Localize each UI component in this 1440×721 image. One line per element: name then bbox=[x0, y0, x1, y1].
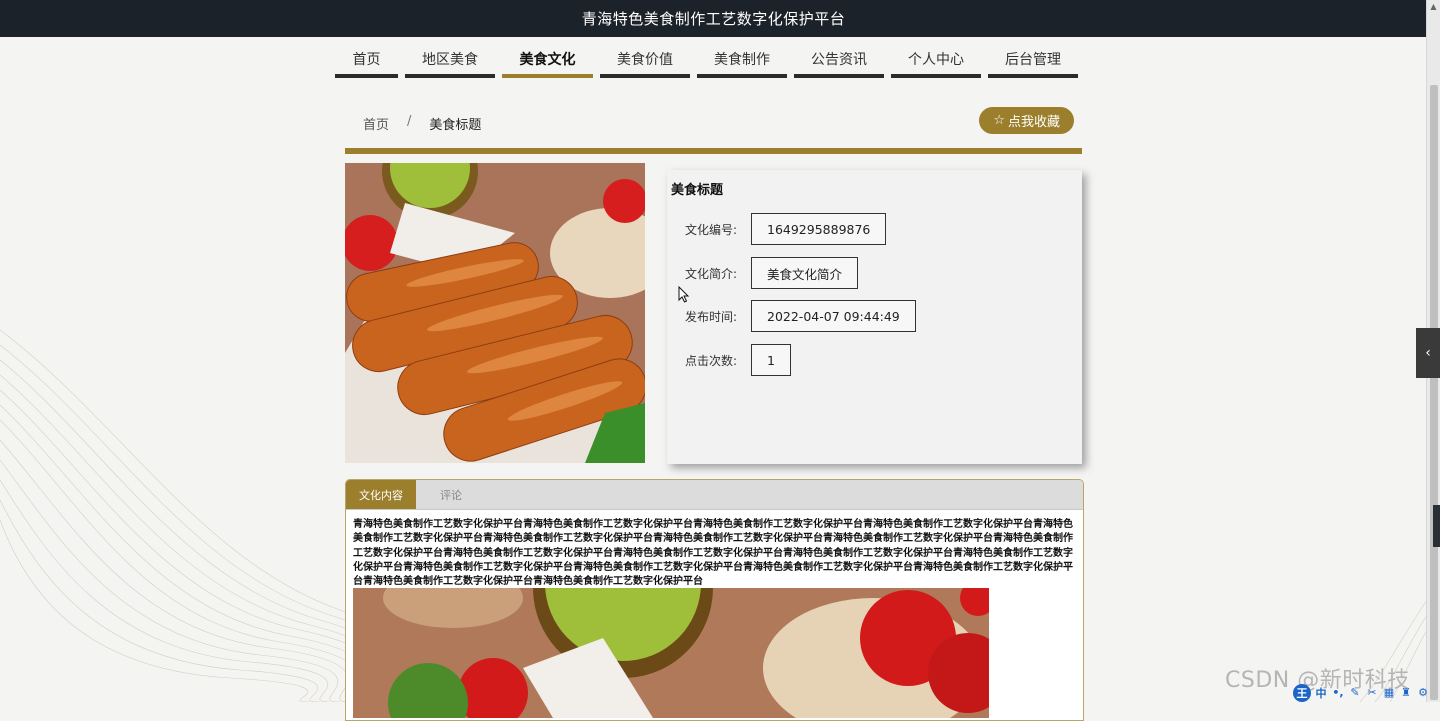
field-label: 点击次数: bbox=[685, 353, 738, 368]
shirt-icon[interactable]: ♜ bbox=[1399, 686, 1413, 699]
site-header: 青海特色美食制作工艺数字化保护平台 bbox=[0, 0, 1427, 37]
field-label: 文化编号: bbox=[685, 222, 738, 237]
side-panel-toggle-button[interactable]: ‹ bbox=[1416, 328, 1440, 378]
breadcrumb-separator: / bbox=[407, 114, 412, 129]
nav-item-admin[interactable]: 后台管理 bbox=[988, 44, 1078, 78]
field-publish-time: 发布时间: 2022-04-07 09:44:49 bbox=[685, 300, 916, 332]
nav-item-user-center[interactable]: 个人中心 bbox=[891, 44, 981, 78]
nav-item-announcements[interactable]: 公告资讯 bbox=[794, 44, 884, 78]
side-panel-edge bbox=[1433, 505, 1440, 547]
tab-culture-content[interactable]: 文化内容 bbox=[346, 480, 416, 509]
detail-card: 美食标题 文化编号: 1649295889876 文化简介: 美食文化简介 发布… bbox=[667, 170, 1082, 464]
field-value: 1649295889876 bbox=[751, 213, 887, 245]
favorite-button-label: 点我收藏 bbox=[1007, 115, 1060, 130]
ime-mode-toggle[interactable]: 中 bbox=[1314, 685, 1328, 701]
field-value: 2022-04-07 09:44:49 bbox=[751, 300, 916, 332]
gear-icon[interactable]: ⚙ bbox=[1416, 686, 1430, 699]
food-image bbox=[345, 163, 645, 463]
scroll-thumb[interactable] bbox=[1430, 85, 1438, 700]
nav-item-home[interactable]: 首页 bbox=[335, 44, 398, 78]
content-tabs-panel: 文化内容 评论 青海特色美食制作工艺数字化保护平台青海特色美食制作工艺数字化保护… bbox=[345, 479, 1084, 721]
field-value: 1 bbox=[751, 344, 791, 376]
tab-comments[interactable]: 评论 bbox=[416, 480, 486, 509]
detail-title: 美食标题 bbox=[671, 183, 724, 198]
pen-icon[interactable]: ✎ bbox=[1348, 686, 1362, 699]
breadcrumb-bar: 首页 / 美食标题 ☆ 点我收藏 bbox=[345, 104, 1082, 154]
nav-item-food-making[interactable]: 美食制作 bbox=[697, 44, 787, 78]
breadcrumb-current: 美食标题 bbox=[429, 118, 482, 133]
field-culture-id: 文化编号: 1649295889876 bbox=[685, 213, 887, 245]
star-outline-icon: ☆ bbox=[993, 113, 1005, 128]
breadcrumb-home-link[interactable]: 首页 bbox=[363, 114, 389, 133]
keyboard-icon[interactable]: ▦ bbox=[1382, 686, 1396, 699]
breadcrumb: 首页 / 美食标题 bbox=[363, 114, 481, 133]
main-nav: 首页 地区美食 美食文化 美食价值 美食制作 公告资讯 个人中心 后台管理 bbox=[335, 44, 1078, 78]
scroll-up-arrow-icon[interactable]: ▲ bbox=[1429, 2, 1438, 11]
field-culture-summary: 文化简介: 美食文化简介 bbox=[685, 257, 859, 289]
site-title: 青海特色美食制作工艺数字化保护平台 bbox=[581, 10, 846, 28]
culture-content-text: 青海特色美食制作工艺数字化保护平台青海特色美食制作工艺数字化保护平台青海特色美食… bbox=[353, 519, 1073, 588]
field-label: 文化简介: bbox=[685, 266, 738, 281]
nav-item-food-value[interactable]: 美食价值 bbox=[600, 44, 690, 78]
nav-item-food-culture[interactable]: 美食文化 bbox=[502, 44, 593, 78]
field-click-count: 点击次数: 1 bbox=[685, 344, 791, 376]
ime-logo-icon[interactable]: 王 bbox=[1293, 683, 1311, 702]
punctuation-icon[interactable]: •, bbox=[1331, 686, 1345, 699]
mouse-cursor-icon bbox=[678, 286, 690, 303]
content-food-image bbox=[353, 588, 989, 718]
ime-toolbar: 王 中 •, ✎ ✂ ▦ ♜ ⚙ bbox=[1293, 683, 1430, 702]
tab-bar: 文化内容 评论 bbox=[346, 480, 1083, 510]
field-label: 发布时间: bbox=[685, 309, 738, 324]
chevron-left-icon: ‹ bbox=[1425, 345, 1431, 361]
nav-item-regional-food[interactable]: 地区美食 bbox=[405, 44, 495, 78]
favorite-button[interactable]: ☆ 点我收藏 bbox=[979, 107, 1074, 134]
field-value: 美食文化简介 bbox=[751, 257, 859, 289]
scissors-icon[interactable]: ✂ bbox=[1365, 686, 1379, 699]
